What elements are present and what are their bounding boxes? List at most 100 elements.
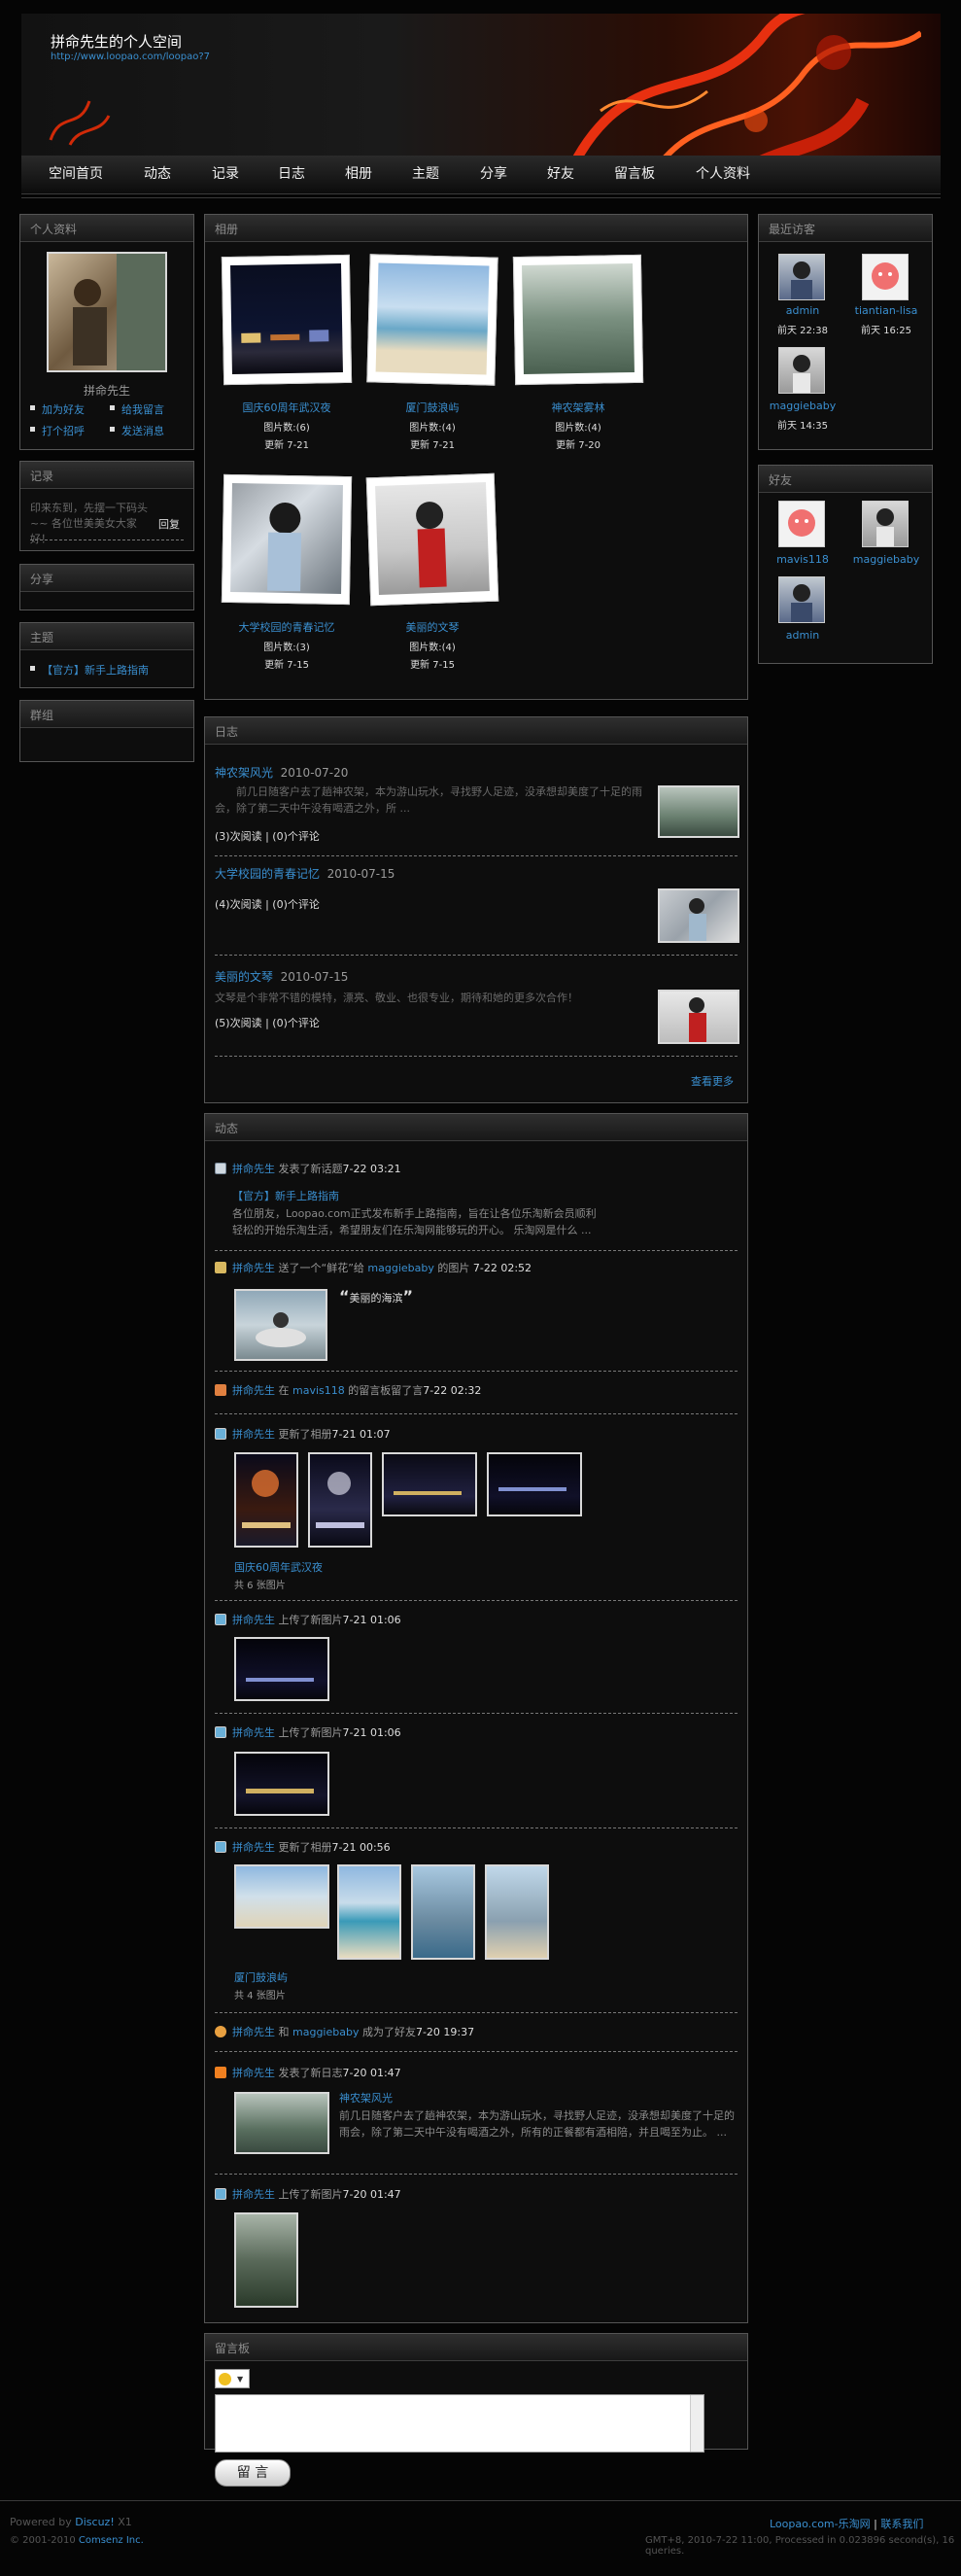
- feed-user[interactable]: 拼命先生: [232, 1163, 275, 1175]
- album-cover[interactable]: [221, 473, 353, 606]
- message-textarea[interactable]: [215, 2394, 704, 2453]
- feed-photo[interactable]: [234, 1452, 298, 1548]
- feed-user[interactable]: 拼命先生: [232, 1384, 275, 1397]
- blog-thumbnail[interactable]: [658, 888, 739, 943]
- comsenz-link[interactable]: Comsenz Inc.: [79, 2535, 144, 2546]
- discuz-link[interactable]: Discuz!: [75, 2516, 114, 2528]
- feed-photo[interactable]: [308, 1452, 372, 1548]
- nav-profile[interactable]: 个人资料: [696, 163, 750, 183]
- album-cover[interactable]: [365, 472, 499, 607]
- add-friend-link[interactable]: 加为好友: [30, 401, 85, 417]
- submit-message-button[interactable]: 留 言: [215, 2459, 291, 2487]
- site-url[interactable]: http://www.loopao.com/loopao?7: [51, 52, 210, 62]
- leave-message-link[interactable]: 给我留言: [110, 401, 164, 417]
- nav-friends[interactable]: 好友: [547, 163, 574, 183]
- nav-blog[interactable]: 日志: [278, 163, 305, 183]
- feed-target[interactable]: maggiebaby: [292, 2026, 359, 2038]
- visitor-time: 前天 22:38: [777, 326, 828, 336]
- feed-photo[interactable]: [234, 1637, 329, 1701]
- album-cover[interactable]: [512, 254, 644, 386]
- visitor-name[interactable]: tiantian-lisa: [842, 304, 930, 317]
- feed-line: 拼命先生 上传了新图片7-21 01:06: [232, 1724, 401, 1740]
- album-name[interactable]: 神农架雾林: [506, 400, 650, 415]
- feed-photo[interactable]: [234, 2212, 298, 2308]
- topic-item[interactable]: 【官方】新手上路指南: [30, 662, 149, 678]
- flower-icon: [215, 1262, 226, 1273]
- nav-records[interactable]: 记录: [212, 163, 239, 183]
- say-hello-link[interactable]: 打个招呼: [30, 423, 85, 438]
- topics-panel: 主题 【官方】新手上路指南: [19, 622, 194, 688]
- feed-user[interactable]: 拼命先生: [232, 2188, 275, 2201]
- avatar[interactable]: [778, 254, 825, 300]
- feed-photo[interactable]: [487, 1452, 582, 1516]
- avatar[interactable]: [862, 501, 909, 547]
- feed-time: 7-21 00:56: [331, 1841, 391, 1854]
- friend-name[interactable]: mavis118: [759, 553, 846, 566]
- avatar[interactable]: [862, 254, 909, 300]
- blog-title[interactable]: 大学校园的青春记忆: [215, 867, 320, 881]
- feed-photo[interactable]: [382, 1452, 477, 1516]
- avatar[interactable]: [778, 347, 825, 394]
- blog-date: 2010-07-15: [326, 867, 395, 881]
- feed-photo[interactable]: [234, 2092, 329, 2154]
- nav-album[interactable]: 相册: [345, 163, 372, 183]
- nav-guestbook[interactable]: 留言板: [614, 163, 655, 183]
- avatar[interactable]: [778, 576, 825, 623]
- feed-album-name[interactable]: 国庆60周年武汉夜: [234, 1559, 323, 1575]
- feed-line: 拼命先生 上传了新图片7-20 01:47: [232, 2186, 401, 2202]
- contact-link[interactable]: 联系我们: [880, 2518, 923, 2530]
- scrollbar[interactable]: [690, 2395, 704, 2452]
- view-more-link[interactable]: 查看更多: [691, 1073, 734, 1089]
- divider: [215, 1250, 738, 1251]
- blog-excerpt: 前几日随客户去了趟神农架，本为游山玩水，寻找野人足迹，没承想却美度了十足的雨会，…: [215, 785, 642, 815]
- panel-header: 动态: [205, 1114, 747, 1141]
- feed-title[interactable]: 【官方】新手上路指南: [232, 1188, 339, 1203]
- blog-title[interactable]: 神农架风光: [215, 766, 273, 780]
- nav-feed[interactable]: 动态: [144, 163, 171, 183]
- album-updated: 更新 7-15: [264, 660, 309, 671]
- feed-target[interactable]: mavis118: [292, 1384, 345, 1397]
- feed-title[interactable]: 神农架风光: [339, 2090, 393, 2106]
- feed-photo[interactable]: [411, 1864, 475, 1960]
- avatar[interactable]: [778, 501, 825, 547]
- feed-photo[interactable]: [234, 1864, 329, 1929]
- album-updated: 更新 7-15: [410, 660, 455, 671]
- friend-name[interactable]: maggiebaby: [842, 553, 930, 566]
- reply-link[interactable]: 回复: [158, 516, 180, 532]
- feed-user[interactable]: 拼命先生: [232, 1841, 275, 1854]
- feed-photo[interactable]: [337, 1864, 401, 1960]
- blog-thumbnail[interactable]: [658, 785, 739, 838]
- profile-panel: 个人资料 拼命先生 加为好友 给我留言 打个招呼 发送消息: [19, 214, 194, 450]
- feed-photo[interactable]: [485, 1864, 549, 1960]
- nav-topics[interactable]: 主题: [412, 163, 439, 183]
- send-message-link[interactable]: 发送消息: [110, 423, 164, 438]
- feed-user[interactable]: 拼命先生: [232, 1428, 275, 1441]
- blog-thumbnail[interactable]: [658, 990, 739, 1044]
- nav-home[interactable]: 空间首页: [49, 163, 103, 183]
- panel-title: 最近访客: [769, 223, 816, 236]
- feed-photo[interactable]: [234, 1752, 329, 1816]
- feed-user[interactable]: 拼命先生: [232, 2067, 275, 2079]
- album-name[interactable]: 大学校园的青春记忆: [215, 619, 359, 635]
- album-name[interactable]: 国庆60周年武汉夜: [215, 400, 359, 415]
- feed-user[interactable]: 拼命先生: [232, 2026, 275, 2038]
- feed-user[interactable]: 拼命先生: [232, 1726, 275, 1739]
- album-cover[interactable]: [366, 254, 498, 386]
- feed-photo[interactable]: [234, 1289, 327, 1361]
- album-cover[interactable]: [221, 254, 353, 386]
- visitor-name[interactable]: admin: [759, 304, 846, 317]
- visitor-name[interactable]: maggiebaby: [759, 400, 846, 412]
- album-name[interactable]: 厦门鼓浪屿: [360, 400, 504, 415]
- feed-user[interactable]: 拼命先生: [232, 1262, 275, 1274]
- site-link[interactable]: Loopao.com-乐淘网: [770, 2518, 871, 2530]
- feed-target[interactable]: maggiebaby: [367, 1262, 433, 1274]
- feed-album-name[interactable]: 厦门鼓浪屿: [234, 1969, 288, 1985]
- photo-icon: [215, 2188, 226, 2200]
- friend-name[interactable]: admin: [759, 629, 846, 642]
- album-name[interactable]: 美丽的文琴: [360, 619, 504, 635]
- blog-title[interactable]: 美丽的文琴: [215, 970, 273, 984]
- emoji-picker[interactable]: ▼: [215, 2369, 250, 2388]
- avatar[interactable]: [47, 252, 167, 372]
- nav-share[interactable]: 分享: [480, 163, 507, 183]
- feed-user[interactable]: 拼命先生: [232, 1614, 275, 1626]
